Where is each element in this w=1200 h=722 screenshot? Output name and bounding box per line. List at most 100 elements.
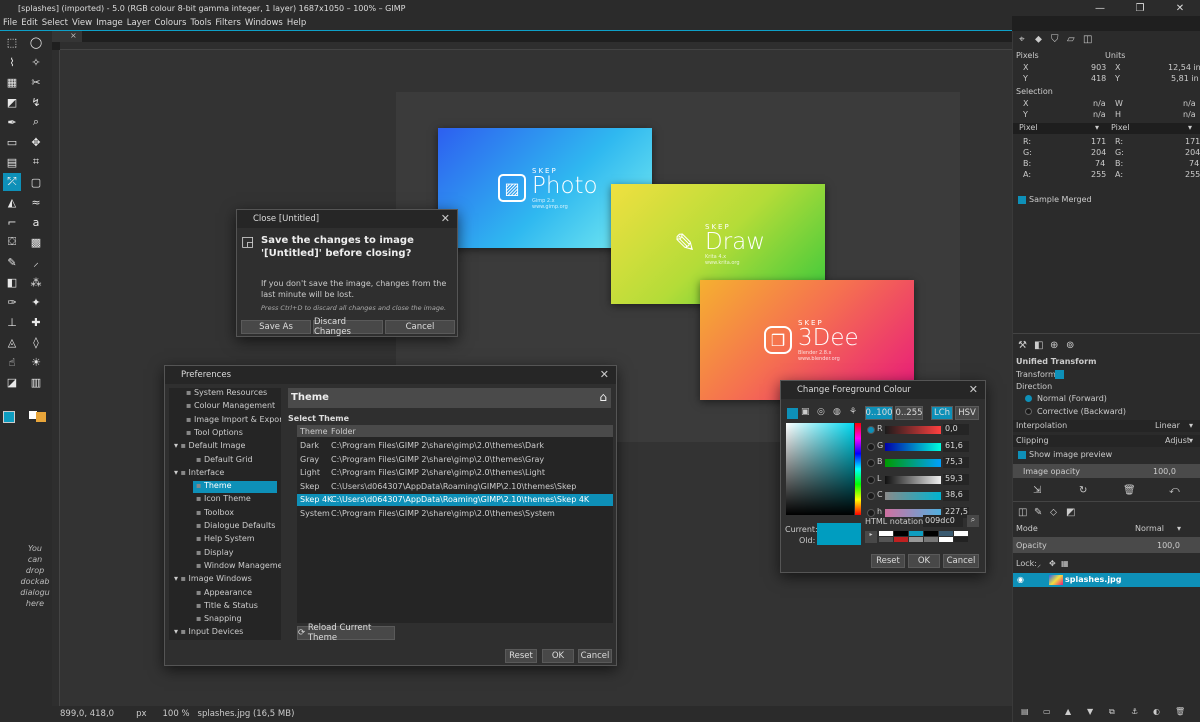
cage-transform-icon[interactable]: ▢ (27, 173, 45, 191)
range-0-100-button[interactable]: 0..100 (865, 406, 893, 420)
fuzzy-select-icon[interactable]: ✧ (27, 53, 45, 71)
pref-tree-item[interactable]: ▪ Help System (193, 534, 277, 546)
foreground-select-icon[interactable]: ◩ (3, 93, 21, 111)
levels-icon[interactable]: ◪ (3, 373, 21, 391)
images-icon[interactable]: ⊕ (1050, 340, 1058, 351)
channel-radio[interactable] (867, 426, 875, 434)
menu-file[interactable]: File (3, 18, 17, 28)
channels-icon[interactable]: ✎ (1034, 507, 1042, 518)
menu-view[interactable]: View (72, 18, 92, 28)
perspective-clone-icon[interactable]: ◬ (3, 333, 21, 351)
airbrush-icon[interactable]: ⁂ (27, 273, 45, 291)
channel-radio[interactable] (867, 508, 875, 517)
crop-icon[interactable]: ⌗ (27, 153, 45, 171)
ink-icon[interactable]: ✑ (3, 293, 21, 311)
device-status-icon[interactable]: ◧ (1034, 340, 1043, 351)
channel-value[interactable]: 0,0 (943, 424, 969, 435)
pointer-icon[interactable]: ⌖ (1019, 34, 1025, 45)
paths-tab-icon[interactable]: ⬦ (1050, 507, 1057, 518)
rect-select-icon[interactable]: ⬚ (3, 33, 21, 51)
move-icon[interactable]: ✥ (27, 133, 45, 151)
pref-tree-item[interactable]: ▾ ▪ Interface (171, 468, 277, 480)
layers-icon[interactable]: ◫ (1018, 507, 1027, 518)
zoom-icon[interactable]: ⌕ (27, 113, 45, 131)
channel-slider[interactable] (885, 492, 941, 500)
free-select-icon[interactable]: ⌇ (3, 53, 21, 71)
col-theme-header[interactable]: Theme (300, 427, 328, 436)
restore-options-icon[interactable]: ↻ (1079, 485, 1087, 496)
channel-radio[interactable] (867, 442, 875, 451)
mask-layer-icon[interactable]: ◐ (1153, 707, 1160, 716)
add-history-icon[interactable]: ▸ (865, 531, 877, 543)
foreground-colour-swatch[interactable] (3, 411, 15, 423)
pref-tree-item[interactable]: ▪ Default Grid (193, 455, 277, 467)
menu-windows[interactable]: Windows (245, 18, 283, 28)
theme-folder[interactable]: C:\Program Files\GIMP 2\share\gimp\2.0\t… (331, 441, 611, 450)
discard-changes-button[interactable]: Discard Changes (313, 317, 383, 337)
text-select-icon[interactable]: ⌐ (3, 213, 21, 231)
channel-value[interactable]: 59,3 (943, 473, 969, 485)
new-group-icon[interactable]: ▭ (1043, 707, 1051, 716)
theme-name[interactable]: Skep (300, 482, 319, 491)
lch-button[interactable]: LCh (931, 406, 953, 420)
menu-colours[interactable]: Colours (154, 18, 186, 28)
sample-points-icon[interactable]: ⛉ (1051, 34, 1059, 45)
transform-layer-icon[interactable] (1055, 370, 1064, 379)
lock-alpha-icon[interactable]: ▦ (1061, 559, 1069, 568)
menu-filters[interactable]: Filters (215, 18, 240, 28)
layer-row[interactable]: ◉ splashes.jpg (1013, 573, 1200, 587)
paths-icon[interactable]: ↯ (27, 93, 45, 111)
warp-icon[interactable]: ≈ (27, 193, 45, 211)
gradient-icon[interactable]: ▩ (27, 233, 45, 251)
channel-value[interactable]: 38,6 (943, 490, 969, 501)
gimp-selector-icon[interactable] (787, 408, 798, 419)
channel-radio[interactable] (867, 459, 875, 467)
paintbrush-icon[interactable]: ⸝ (27, 253, 45, 271)
menu-layer[interactable]: Layer (127, 18, 151, 28)
eraser-icon[interactable]: ◧ (3, 273, 21, 291)
colour-select-icon[interactable]: ▦ (3, 73, 21, 91)
tool-options-icon[interactable]: ⚒ (1018, 340, 1027, 351)
save-options-icon[interactable]: ⇲ (1033, 485, 1041, 496)
bucket-fill-icon[interactable]: ⛋ (3, 233, 21, 251)
channel-slider[interactable] (885, 426, 941, 434)
tab-menu-icon[interactable]: ▱ (1067, 34, 1075, 45)
channel-radio[interactable] (867, 475, 875, 484)
pixel-mode-selects[interactable]: Pixel ▾ Pixel ▾ (1013, 123, 1200, 134)
clone-icon[interactable]: ⊥ (3, 313, 21, 331)
colour-history[interactable] (879, 531, 979, 543)
hue-strip[interactable] (855, 423, 861, 515)
theme-folder[interactable]: C:\Users\d064307\AppData\Roaming\GIMP\2.… (331, 495, 611, 504)
preferences-reset-button[interactable]: Reset (505, 649, 537, 663)
html-notation-input[interactable]: 009dc0 (923, 515, 963, 527)
pref-tree-item[interactable]: ▪ Dialogue Defaults (193, 521, 277, 533)
unit-select[interactable]: px (136, 709, 146, 719)
menu-image[interactable]: Image (96, 18, 123, 28)
channel-slider[interactable] (885, 459, 941, 467)
pref-tree-item[interactable]: ▪ Title & Status (193, 601, 277, 613)
lower-layer-icon[interactable]: ▼ (1087, 707, 1093, 716)
pref-tree-item[interactable]: ▪ Icon Theme (193, 494, 277, 506)
pref-tree-item[interactable]: ▾ ▪ Image Windows (171, 574, 277, 586)
fg-reset-button[interactable]: Reset (871, 554, 905, 568)
theme-name[interactable]: Dark (300, 441, 319, 450)
hsv-button[interactable]: HSV (955, 406, 979, 420)
pref-tree-item[interactable]: ▪ Colour Management (183, 401, 277, 413)
color-picker-icon[interactable]: ✒ (3, 113, 21, 131)
pref-tree-item[interactable]: ▪ Theme (193, 481, 277, 494)
flip-icon[interactable]: ◭ (3, 193, 21, 211)
minimize-button[interactable]: — (1080, 3, 1120, 14)
fg-colour-close-icon[interactable]: ✕ (969, 383, 978, 396)
theme-folder[interactable]: C:\Program Files\GIMP 2\share\gimp\2.0\t… (331, 455, 611, 464)
reset-options-icon[interactable]: ⤺ (1169, 485, 1180, 496)
brush-preview-icon[interactable] (36, 412, 46, 422)
heal-icon[interactable]: ✚ (27, 313, 45, 331)
saturation-value-area[interactable] (786, 423, 854, 515)
interpolation-select[interactable]: Interpolation Linear ▾ (1013, 420, 1200, 432)
theme-name[interactable]: Skep 4K (300, 495, 332, 504)
zoom-select[interactable]: 100 % (163, 709, 190, 719)
menu-select[interactable]: Select (42, 18, 68, 28)
menu-tools[interactable]: Tools (190, 18, 211, 28)
pref-tree-item[interactable]: ▪ Snapping (193, 614, 277, 626)
preferences-ok-button[interactable]: OK (542, 649, 574, 663)
